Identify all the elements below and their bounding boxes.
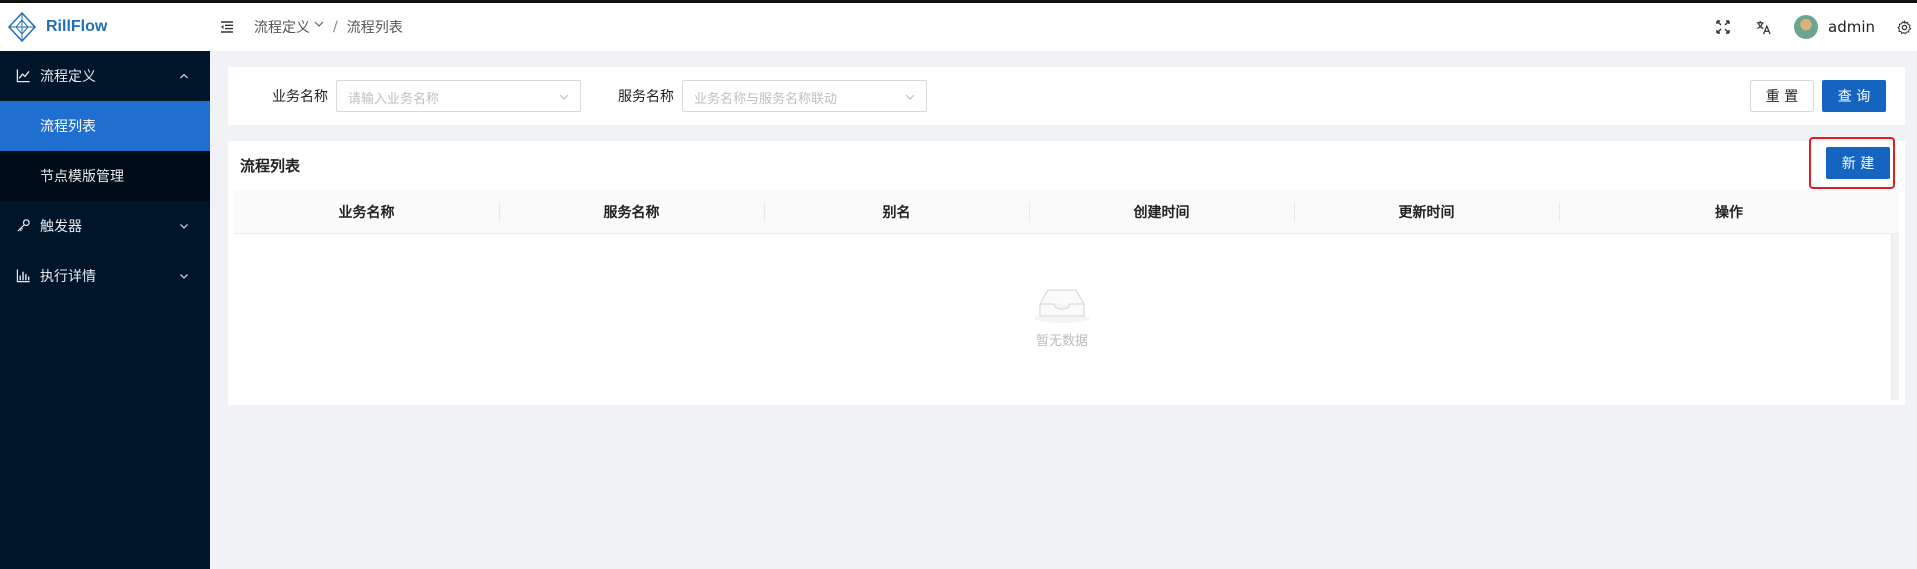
username[interactable]: admin	[1828, 18, 1875, 36]
chevron-down-icon	[180, 224, 188, 229]
empty-state: 暂无数据	[1000, 282, 1124, 349]
filter-panel: 业务名称 请输入业务名称 服务名称 业务名称与服务名称联动 重 置 查 询	[228, 67, 1905, 125]
empty-inbox-icon	[1034, 289, 1090, 323]
line-chart-icon	[16, 68, 32, 84]
reset-button[interactable]: 重 置	[1750, 80, 1814, 112]
app-logo[interactable]: RillFlow	[0, 3, 210, 51]
sidebar-item-label: 流程列表	[40, 119, 96, 135]
column-header-alias[interactable]: 别名	[764, 190, 1029, 234]
chevron-down-icon[interactable]	[314, 19, 324, 29]
avatar[interactable]	[1794, 15, 1818, 39]
flow-list-panel: 流程列表 新 建	[228, 141, 1905, 405]
sidebar-group-flow-definition[interactable]: 流程定义	[0, 51, 210, 101]
sidebar: 流程定义 流程列表 节点模版管理 触发器 执行详情	[0, 51, 210, 569]
business-name-label: 业务名称	[272, 89, 328, 105]
breadcrumb-item-flow-list: 流程列表	[346, 20, 403, 36]
service-name-label: 服务名称	[618, 89, 674, 105]
breadcrumb-item-flow-definition[interactable]: 流程定义	[254, 17, 310, 37]
bar-chart-icon	[16, 268, 32, 284]
breadcrumb: 流程定义 / 流程列表	[254, 3, 403, 51]
business-name-placeholder: 请输入业务名称	[348, 92, 440, 107]
chevron-down-icon	[905, 94, 915, 100]
empty-text: 暂无数据	[1035, 334, 1088, 349]
chevron-down-icon	[180, 274, 188, 279]
sidebar-group-label: 流程定义	[40, 69, 96, 85]
search-button[interactable]: 查 询	[1822, 80, 1886, 112]
sidebar-group-label: 触发器	[40, 219, 82, 235]
column-header-created-time[interactable]: 创建时间	[1029, 190, 1294, 234]
gear-icon[interactable]	[1895, 18, 1913, 36]
sidebar-group-label: 执行详情	[40, 269, 96, 285]
app-name: RillFlow	[46, 18, 108, 35]
key-icon	[16, 218, 32, 234]
table-scrollbar[interactable]	[1891, 234, 1899, 400]
breadcrumb-separator: /	[333, 19, 338, 35]
column-header-business-name[interactable]: 业务名称	[234, 190, 499, 234]
top-header: RillFlow 流程定义 / 流程列表 admin	[0, 3, 1917, 51]
fullscreen-icon[interactable]	[1714, 18, 1732, 36]
sidebar-group-trigger[interactable]: 触发器	[0, 201, 210, 251]
table-title: 流程列表	[240, 157, 301, 175]
rillflow-logo-icon	[7, 11, 37, 43]
table-header: 业务名称 服务名称 别名 创建时间 更新时间 操作	[234, 190, 1899, 234]
column-header-updated-time[interactable]: 更新时间	[1294, 190, 1559, 234]
column-header-actions: 操作	[1559, 190, 1899, 234]
chevron-up-icon	[180, 73, 188, 79]
menu-fold-icon[interactable]	[219, 19, 235, 35]
column-header-service-name[interactable]: 服务名称	[499, 190, 764, 234]
highlight-box	[1809, 137, 1895, 189]
sidebar-item-flow-list[interactable]: 流程列表	[0, 101, 210, 151]
sidebar-submenu: 流程列表 节点模版管理	[0, 101, 210, 201]
sidebar-group-execution-detail[interactable]: 执行详情	[0, 251, 210, 301]
chevron-down-icon	[559, 94, 569, 100]
header-actions: admin	[1714, 3, 1917, 51]
service-name-select[interactable]: 业务名称与服务名称联动	[682, 80, 927, 112]
service-name-placeholder: 业务名称与服务名称联动	[694, 92, 838, 107]
translate-icon[interactable]	[1754, 18, 1772, 36]
sidebar-item-label: 节点模版管理	[40, 169, 124, 185]
sidebar-item-node-template[interactable]: 节点模版管理	[0, 151, 210, 201]
business-name-select[interactable]: 请输入业务名称	[336, 80, 581, 112]
